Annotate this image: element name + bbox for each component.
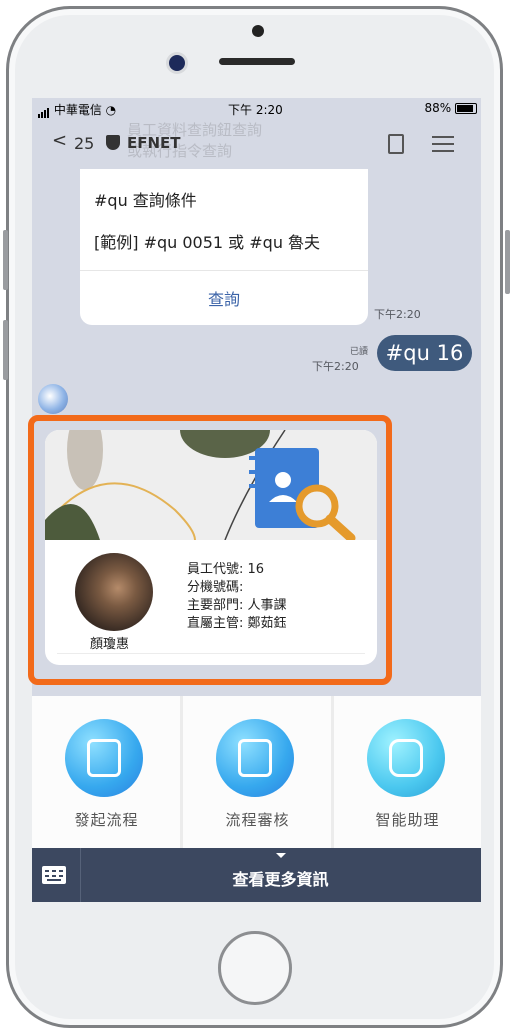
chat-header: 員工資料查詢鈕查詢 或執行指令查詢 < 25 EFNET xyxy=(32,120,481,166)
note-icon[interactable] xyxy=(388,134,404,154)
rich-menu: 發起流程 流程審核 智能助理 xyxy=(32,696,481,848)
sent-timestamp: 下午2:20 xyxy=(312,360,359,373)
rich-menu-label: 發起流程 xyxy=(74,811,139,829)
menu-icon[interactable] xyxy=(432,136,454,157)
rich-menu-assistant[interactable]: 智能助理 xyxy=(334,696,481,848)
rich-menu-label: 流程審核 xyxy=(225,811,290,829)
battery-percent: 88% xyxy=(424,101,452,115)
received-timestamp: 下午2:20 xyxy=(374,308,421,321)
query-help-line2: [範例] #qu 0051 或 #qu 魯夫 xyxy=(94,233,321,252)
card-divider xyxy=(80,270,368,271)
side-button xyxy=(3,320,8,380)
back-chevron-icon[interactable]: < xyxy=(52,130,67,151)
side-button xyxy=(505,230,510,294)
highlight-box xyxy=(28,415,392,685)
bot-avatar[interactable] xyxy=(38,384,68,414)
home-button[interactable] xyxy=(218,931,292,1005)
carrier-group: 中華電信 ◔ xyxy=(38,101,116,118)
document-stamp-icon xyxy=(216,719,294,797)
rich-menu-review-process[interactable]: 流程審核 xyxy=(183,696,332,848)
status-bar: 中華電信 ◔ 下午 2:20 88% xyxy=(32,98,481,120)
read-label: 已讀 xyxy=(350,347,369,357)
wifi-icon: ◔ xyxy=(105,103,117,117)
document-edit-icon xyxy=(65,719,143,797)
front-sensor xyxy=(252,25,264,37)
carrier-label: 中華電信 xyxy=(53,103,102,117)
battery-group: 88% xyxy=(424,101,477,115)
shield-icon xyxy=(106,135,120,150)
front-camera xyxy=(169,55,185,71)
side-button xyxy=(3,230,8,290)
query-help-card: #qu 查詢條件 [範例] #qu 0051 或 #qu 魯夫 查詢 xyxy=(80,169,368,325)
chat-title: EFNET xyxy=(127,134,181,152)
robot-icon xyxy=(367,719,445,797)
query-button[interactable]: 查詢 xyxy=(80,286,368,310)
collapse-arrow-icon[interactable] xyxy=(276,853,286,858)
keyboard-icon[interactable] xyxy=(42,866,66,884)
query-help-line1: #qu 查詢條件 xyxy=(94,191,197,210)
bottom-bar: 查看更多資訊 xyxy=(32,848,481,902)
battery-icon xyxy=(455,103,477,114)
sent-message-bubble[interactable]: #qu 16 xyxy=(377,335,472,371)
unread-count[interactable]: 25 xyxy=(74,134,94,153)
rich-menu-label: 智能助理 xyxy=(375,811,440,829)
more-info-button[interactable]: 查看更多資訊 xyxy=(80,866,481,890)
earpiece-speaker xyxy=(219,58,295,65)
status-time: 下午 2:20 xyxy=(228,103,283,117)
rich-menu-start-process[interactable]: 發起流程 xyxy=(32,696,181,848)
signal-icon xyxy=(38,104,50,118)
